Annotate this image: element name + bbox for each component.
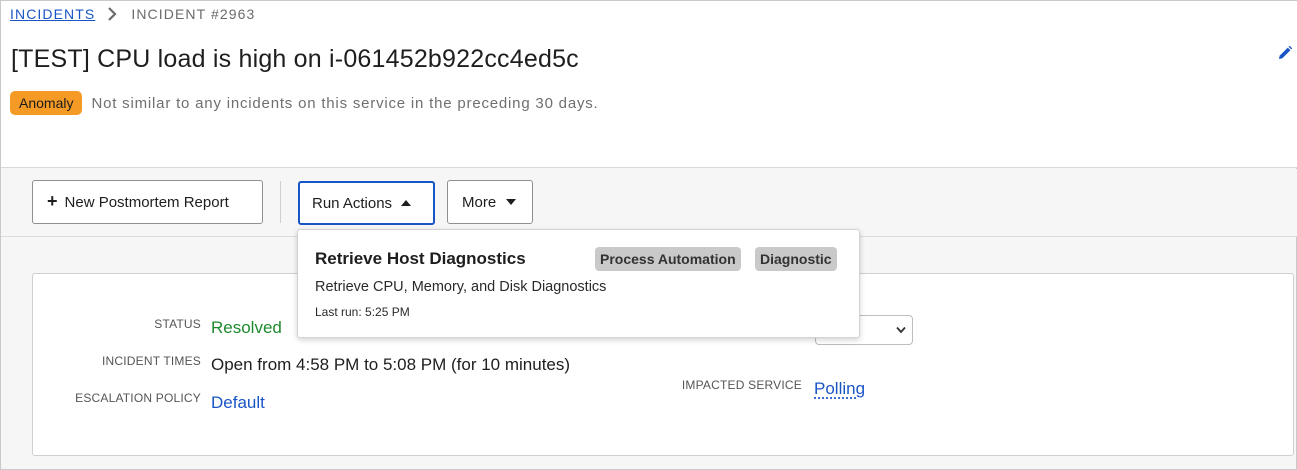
- toolbar-divider: [280, 181, 281, 223]
- plus-icon: +: [47, 191, 58, 212]
- incident-header: INCIDENTS INCIDENT #2963 [TEST] CPU load…: [1, 1, 1297, 168]
- impacted-service-label: IMPACTED SERVICE: [634, 378, 802, 392]
- impacted-service-link[interactable]: Polling: [814, 379, 865, 399]
- more-button[interactable]: More: [447, 180, 533, 224]
- anomaly-badge: Anomaly: [10, 91, 82, 115]
- caret-down-icon: [506, 199, 516, 205]
- status-value: Resolved: [211, 318, 282, 338]
- incident-toolbar: + New Postmortem Report Run Actions More: [1, 169, 1297, 237]
- new-postmortem-button[interactable]: + New Postmortem Report: [32, 180, 263, 224]
- escalation-policy-label: ESCALATION POLICY: [33, 391, 201, 405]
- run-actions-button[interactable]: Run Actions: [298, 181, 435, 225]
- status-label: STATUS: [33, 317, 201, 331]
- run-actions-label: Run Actions: [312, 195, 392, 212]
- caret-up-icon: [401, 200, 411, 206]
- page-title: [TEST] CPU load is high on i-061452b922c…: [11, 45, 579, 74]
- breadcrumb-current: INCIDENT #2963: [131, 6, 255, 22]
- more-label: More: [462, 194, 496, 211]
- action-last-run: Last run: 5:25 PM: [315, 305, 410, 319]
- incident-page: INCIDENTS INCIDENT #2963 [TEST] CPU load…: [0, 0, 1297, 470]
- breadcrumb-incidents-link[interactable]: INCIDENTS: [10, 6, 95, 22]
- chevron-right-icon: [107, 7, 117, 21]
- incident-times-value: Open from 4:58 PM to 5:08 PM (for 10 min…: [211, 355, 570, 375]
- action-title: Retrieve Host Diagnostics: [315, 249, 526, 269]
- anomaly-row: Anomaly Not similar to any incidents on …: [10, 91, 599, 115]
- pencil-icon[interactable]: [1277, 45, 1293, 61]
- incident-times-label: INCIDENT TIMES: [33, 354, 201, 368]
- tag-diagnostic: Diagnostic: [755, 247, 837, 271]
- action-description: Retrieve CPU, Memory, and Disk Diagnosti…: [315, 279, 606, 295]
- run-actions-dropdown: Retrieve Host Diagnostics Process Automa…: [297, 229, 860, 338]
- breadcrumb: INCIDENTS INCIDENT #2963: [10, 6, 255, 22]
- new-postmortem-label: New Postmortem Report: [65, 194, 229, 211]
- chevron-down-icon: [896, 326, 906, 334]
- tag-process-automation: Process Automation: [595, 247, 741, 271]
- anomaly-description: Not similar to any incidents on this ser…: [91, 95, 598, 112]
- escalation-policy-link[interactable]: Default: [211, 393, 265, 413]
